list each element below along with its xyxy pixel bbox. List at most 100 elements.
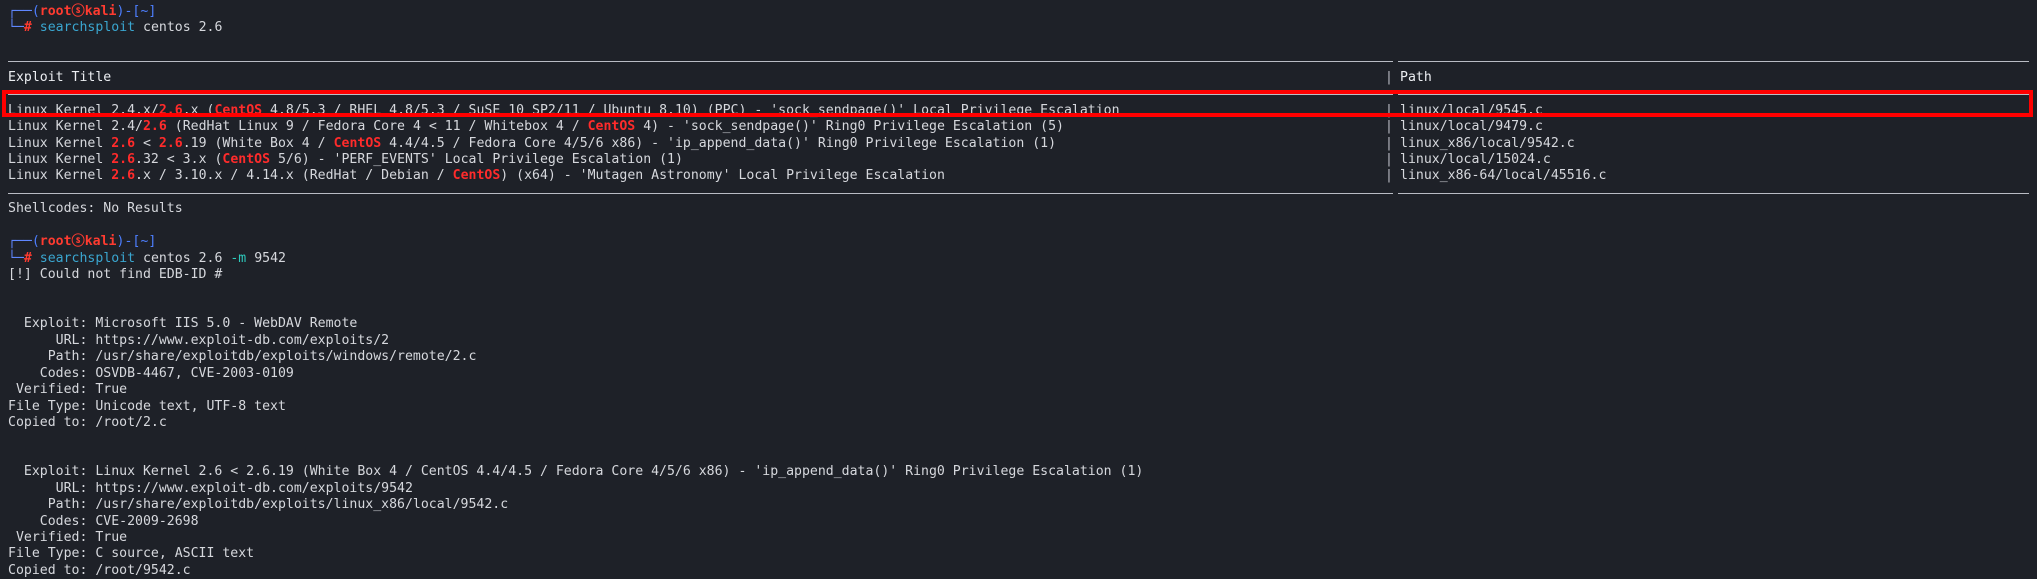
- column-separator: |: [1385, 151, 1393, 167]
- search-term-highlight: CentOS: [222, 151, 271, 167]
- prompt-line-bottom-2: └─# searchsploit centos 2.6 -m 9542: [8, 251, 2037, 267]
- exploit-copied-line: Copied to: /root/2.c: [8, 414, 167, 430]
- column-header-exploit-title: Exploit Title: [8, 69, 112, 85]
- table-row[interactable]: Linux Kernel 2.4.x/2.6.x (CentOS 4.8/5.3…: [0, 103, 2037, 119]
- exploit-title-text: Linux Kernel: [8, 151, 112, 167]
- exploit-filetype-line: File Type: C source, ASCII text: [8, 546, 255, 562]
- exploit-title-cell: Linux Kernel 2.6 < 2.6.19 (White Box 4 /…: [8, 136, 1056, 152]
- exploit-title-text: 4.8/5.3 / RHEL 4.8/5.3 / SuSE 10 SP2/11 …: [262, 102, 1120, 118]
- search-term-highlight: CentOS: [587, 119, 636, 135]
- table-row[interactable]: Linux Kernel 2.6 < 2.6.19 (White Box 4 /…: [0, 136, 2037, 152]
- terminal-window[interactable]: ┌──(rootⓢkali)-[~] └─# searchsploit cent…: [0, 0, 2037, 579]
- exploit-title-cell: Linux Kernel 2.4/2.6 (RedHat Linux 9 / F…: [8, 119, 1064, 135]
- column-separator: |: [1385, 168, 1393, 184]
- error-message-line: [!] Could not find EDB-ID #: [8, 267, 223, 282]
- exploit-path-cell: linux/local/15024.c: [1400, 151, 1551, 167]
- exploit-path-line: Path: /usr/share/exploitdb/exploits/wind…: [8, 349, 477, 365]
- command-args-pre-2: centos 2.6: [135, 250, 231, 266]
- exploit-detail-block-2: Exploit: Linux Kernel 2.6 < 2.6.19 (Whit…: [0, 464, 2037, 579]
- exploit-url-line: URL: https://www.exploit-db.com/exploits…: [8, 480, 413, 496]
- search-term-highlight: CentOS: [214, 102, 263, 118]
- prompt-at-icon-2: ⓢ: [71, 234, 85, 250]
- exploit-detail-block-1: Exploit: Microsoft IIS 5.0 - WebDAV Remo…: [0, 316, 2037, 431]
- table-row[interactable]: Linux Kernel 2.6.32 < 3.x (CentOS 5/6) -…: [0, 152, 2037, 168]
- exploit-path-cell: linux/local/9479.c: [1400, 119, 1543, 135]
- prompt-at-icon-1: ⓢ: [71, 4, 85, 19]
- prompt-user-2: root: [39, 234, 72, 250]
- exploit-title-text: .19 (White Box 4 /: [182, 135, 334, 151]
- exploit-title-text: 4.4/4.5 / Fedora Core 4/5/6 x86) - 'ip_a…: [381, 135, 1057, 151]
- prompt-hash-1: #: [23, 20, 32, 36]
- prompt-user-1: root: [39, 4, 72, 19]
- exploit-title-text: Linux Kernel: [8, 168, 112, 184]
- column-separator: |: [1385, 135, 1393, 151]
- table-body: Linux Kernel 2.4.x/2.6.x (CentOS 4.8/5.3…: [0, 103, 2037, 185]
- exploit-title-text: <: [135, 135, 159, 151]
- rule-segment-right: [1398, 61, 2029, 63]
- exploit-verified-line: Verified: True: [8, 382, 128, 398]
- exploit-url-line: URL: https://www.exploit-db.com/exploits…: [8, 332, 390, 348]
- search-term-highlight: 2.6: [158, 135, 183, 151]
- prompt-close-bracket: ]: [148, 234, 157, 250]
- search-term-highlight: 2.6: [142, 119, 167, 135]
- prompt-corner-top-icon: ┌──: [8, 4, 32, 19]
- exploit-title-text: Linux Kernel 2.4/: [8, 119, 143, 135]
- exploit-path-cell: linux_x86-64/local/45516.c: [1400, 168, 1607, 184]
- exploit-title-cell: Linux Kernel 2.6.32 < 3.x (CentOS 5/6) -…: [8, 152, 683, 168]
- command-args-1: centos 2.6: [135, 20, 223, 36]
- exploit-title-cell: Linux Kernel 2.6.x / 3.10.x / 4.14.x (Re…: [8, 168, 945, 184]
- exploit-title-text: .x (: [182, 102, 215, 118]
- prompt-line-bottom-1: └─# searchsploit centos 2.6: [8, 20, 2037, 36]
- search-term-highlight: 2.6: [111, 151, 136, 167]
- shellcodes-result-line: Shellcodes: No Results: [8, 201, 183, 217]
- prompt-line-top-1: ┌──(rootⓢkali)-[~]: [8, 4, 2037, 20]
- table-row[interactable]: Linux Kernel 2.6.x / 3.10.x / 4.14.x (Re…: [0, 168, 2037, 184]
- column-header-path: Path: [1400, 69, 1432, 85]
- exploit-path-cell: linux_x86/local/9542.c: [1400, 135, 1575, 151]
- table-rule-bottom: [0, 185, 2037, 201]
- table-header-row: Exploit Title | Path: [0, 70, 2037, 86]
- exploit-codes-line: Codes: CVE-2009-2698: [8, 513, 199, 529]
- column-separator: |: [1385, 102, 1393, 118]
- command-name-1: searchsploit: [39, 20, 136, 36]
- rule-segment-right: [1398, 94, 2029, 96]
- table-row[interactable]: Linux Kernel 2.4/2.6 (RedHat Linux 9 / F…: [0, 119, 2037, 135]
- exploit-title-text: ) (x64) - 'Mutagen Astronomy' Local Priv…: [500, 168, 945, 184]
- exploit-title-text: 4) - 'sock_sendpage()' Ring0 Privilege E…: [635, 119, 1064, 135]
- rule-segment-left: [8, 192, 1393, 194]
- prompt-block-2: ┌──(rootⓢkali)-[~] └─# searchsploit cent…: [0, 234, 2037, 267]
- exploit-title-text: .x / 3.10.x / 4.14.x (RedHat / Debian /: [135, 168, 453, 184]
- prompt-hash-2: #: [23, 250, 32, 266]
- exploit-verified-line: Verified: True: [8, 530, 128, 545]
- column-separator: |: [1385, 119, 1393, 135]
- exploit-title-line: Exploit: Microsoft IIS 5.0 - WebDAV Remo…: [8, 316, 358, 332]
- exploit-path-line: Path: /usr/share/exploitdb/exploits/linu…: [8, 497, 509, 513]
- exploit-title-line: Exploit: Linux Kernel 2.6 < 2.6.19 (Whit…: [8, 464, 1144, 480]
- rule-segment-right: [1398, 192, 2029, 194]
- command-name-2: searchsploit: [39, 250, 136, 266]
- search-term-highlight: CentOS: [452, 168, 501, 184]
- prompt-close-bracket: ]: [148, 4, 157, 19]
- exploit-title-text: 5/6) - 'PERF_EVENTS' Local Privilege Esc…: [270, 151, 683, 167]
- table-rule-top: [0, 53, 2037, 69]
- prompt-open-paren: (: [31, 4, 40, 19]
- command-args-post-2: 9542: [246, 250, 286, 266]
- exploit-filetype-line: File Type: Unicode text, UTF-8 text: [8, 398, 286, 414]
- column-separator: |: [1385, 69, 1393, 85]
- search-term-highlight: CentOS: [333, 135, 382, 151]
- exploit-title-text: (RedHat Linux 9 / Fedora Core 4 < 11 / W…: [166, 119, 588, 135]
- exploit-copied-line: Copied to: /root/9542.c: [8, 562, 191, 578]
- exploit-title-text: Linux Kernel: [8, 135, 112, 151]
- prompt-corner-bottom-icon: └─: [8, 20, 24, 36]
- search-term-highlight: 2.6: [111, 168, 136, 184]
- prompt-corner-top-icon: ┌──: [8, 234, 32, 250]
- prompt-open-paren: (: [31, 234, 40, 250]
- search-term-highlight: 2.6: [111, 135, 136, 151]
- prompt-host-1: kali: [84, 4, 117, 19]
- exploit-title-text: .32 < 3.x (: [135, 151, 223, 167]
